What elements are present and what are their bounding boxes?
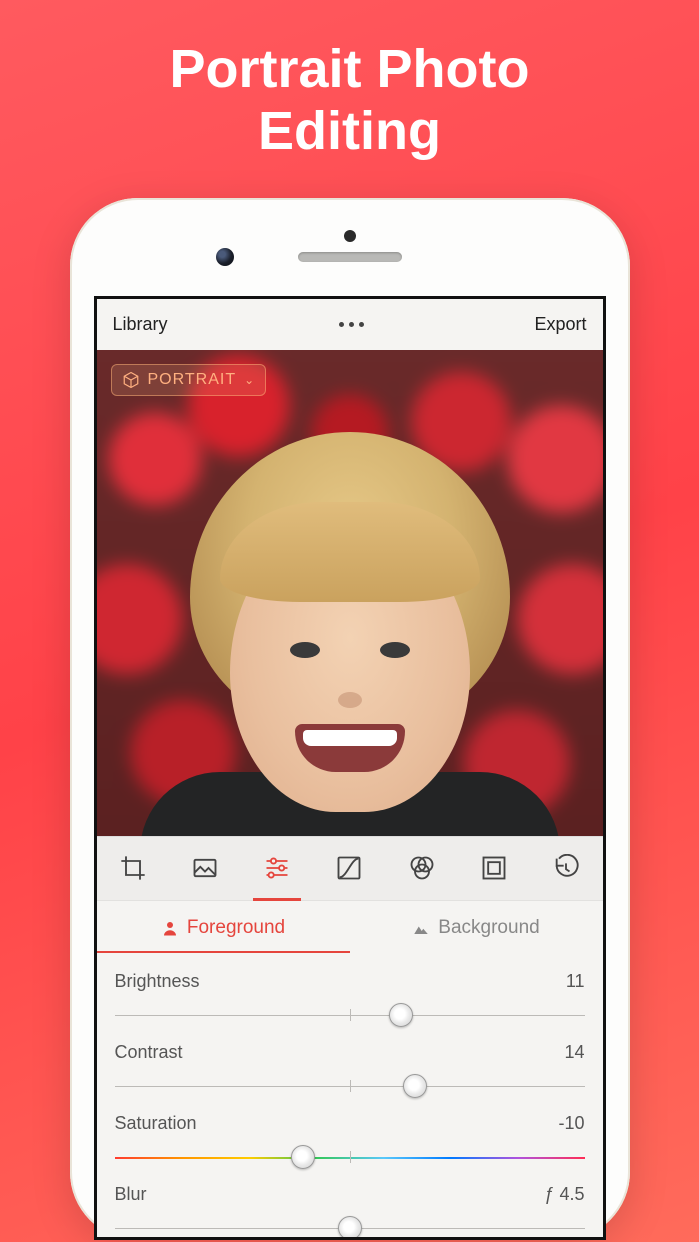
sliders-tool-button[interactable]: [257, 848, 297, 888]
speaker-grille-icon: [298, 252, 402, 262]
export-button[interactable]: Export: [534, 314, 586, 335]
portrait-mode-dropdown[interactable]: PORTRAIT ⌄: [111, 364, 267, 396]
contrast-value: 14: [564, 1042, 584, 1063]
frame-icon: [480, 854, 508, 882]
person-icon: [161, 919, 179, 937]
blur-slider[interactable]: [115, 1219, 585, 1237]
saturation-label: Saturation: [115, 1113, 197, 1134]
filters-icon: [408, 854, 436, 882]
slider-thumb[interactable]: [291, 1145, 315, 1169]
library-button[interactable]: Library: [113, 314, 168, 335]
front-camera-icon: [216, 248, 234, 266]
sliders-icon: [263, 854, 291, 882]
history-icon: [552, 854, 580, 882]
dot-icon: [359, 322, 364, 327]
hero-title-line1: Portrait Photo: [0, 38, 699, 100]
brightness-row: Brightness 11: [115, 953, 585, 1024]
proximity-sensor-icon: [344, 230, 356, 242]
curves-tool-button[interactable]: [329, 848, 369, 888]
blur-row: Blur ƒ 4.5: [115, 1166, 585, 1237]
saturation-slider[interactable]: [115, 1148, 585, 1166]
tab-background-label: Background: [438, 917, 539, 939]
phone-frame: Library Export: [70, 198, 630, 1240]
crop-tool-button[interactable]: [113, 848, 153, 888]
saturation-row: Saturation -10: [115, 1095, 585, 1166]
layer-tabs: Foreground Background: [97, 901, 603, 953]
saturation-value: -10: [558, 1113, 584, 1134]
mountain-icon: [412, 919, 430, 937]
sliders-panel: Brightness 11 Contrast 14: [97, 953, 603, 1237]
contrast-row: Contrast 14: [115, 1024, 585, 1095]
photo-canvas[interactable]: PORTRAIT ⌄: [97, 350, 603, 835]
tab-foreground[interactable]: Foreground: [97, 901, 350, 953]
filters-tool-button[interactable]: [402, 848, 442, 888]
slider-thumb[interactable]: [338, 1216, 362, 1240]
tab-foreground-label: Foreground: [187, 917, 285, 939]
image-adjust-icon: [191, 854, 219, 882]
more-options-button[interactable]: [339, 322, 364, 327]
contrast-label: Contrast: [115, 1042, 183, 1063]
brightness-value: 11: [566, 971, 585, 992]
phone-hardware-top: [94, 218, 606, 296]
hero-title: Portrait Photo Editing: [0, 0, 699, 162]
chevron-down-icon: ⌄: [244, 373, 255, 387]
image-adjust-tool-button[interactable]: [185, 848, 225, 888]
contrast-slider[interactable]: [115, 1077, 585, 1095]
photo-subject-child: [180, 432, 520, 832]
cube-icon: [122, 371, 140, 389]
app-screen: Library Export: [94, 296, 606, 1240]
history-tool-button[interactable]: [546, 848, 586, 888]
crop-icon: [119, 854, 147, 882]
tab-background[interactable]: Background: [350, 901, 603, 953]
dot-icon: [339, 322, 344, 327]
edit-toolbar: [97, 836, 603, 901]
slider-thumb[interactable]: [389, 1003, 413, 1027]
mode-badge-label: PORTRAIT: [148, 371, 237, 389]
slider-thumb[interactable]: [403, 1074, 427, 1098]
dot-icon: [349, 322, 354, 327]
blur-label: Blur: [115, 1184, 147, 1205]
brightness-slider[interactable]: [115, 1006, 585, 1024]
top-navbar: Library Export: [97, 299, 603, 350]
blur-value: ƒ 4.5: [544, 1184, 584, 1205]
brightness-label: Brightness: [115, 971, 200, 992]
hero-title-line2: Editing: [0, 100, 699, 162]
frame-tool-button[interactable]: [474, 848, 514, 888]
curves-icon: [335, 854, 363, 882]
